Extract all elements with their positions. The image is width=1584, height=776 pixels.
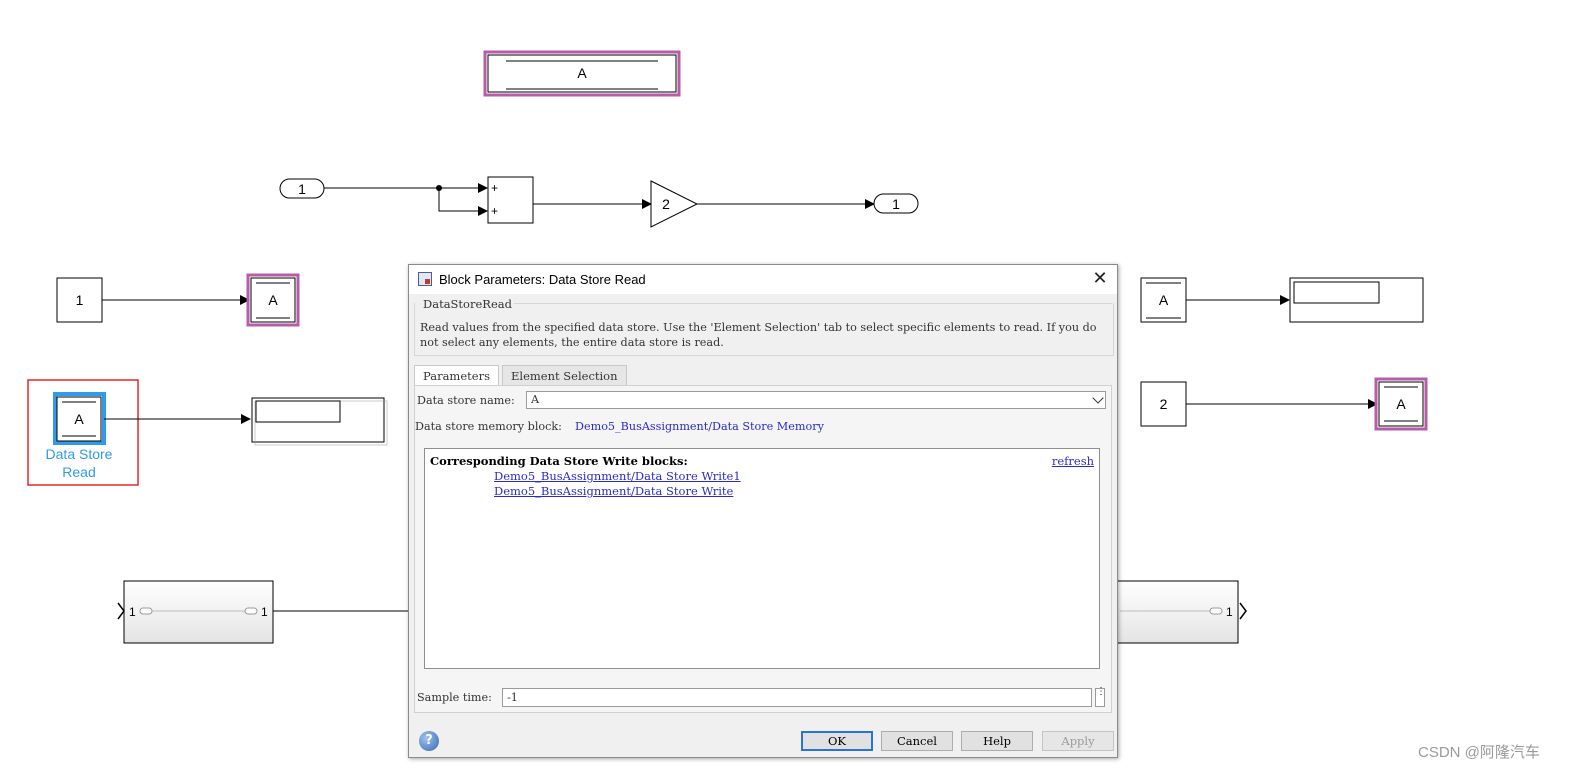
constant-value: 1 — [76, 292, 84, 308]
gain-value: 2 — [662, 196, 670, 212]
data-store-write-block[interactable]: A — [246, 273, 300, 327]
constant-block[interactable]: 1 — [56, 277, 103, 323]
block-description: Read values from the specified data stor… — [420, 321, 1097, 349]
constant-value: 2 — [1160, 396, 1168, 412]
data-store-write-block[interactable]: A — [1374, 377, 1428, 431]
subsystem-port-out: 1 — [261, 605, 268, 619]
data-store-name-value: A — [531, 393, 540, 406]
outport-number: 1 — [892, 196, 900, 212]
refresh-link[interactable]: refresh — [1052, 454, 1094, 468]
block-caption: Data Store — [46, 446, 113, 462]
display-block[interactable] — [1289, 277, 1424, 323]
gain-block[interactable]: 2 — [650, 180, 699, 228]
ok-button[interactable]: OK — [801, 731, 873, 751]
signal-line — [438, 188, 488, 216]
data-store-memory-block-label: Data store memory block: — [415, 420, 562, 433]
write-blocks-header: Corresponding Data Store Write blocks: — [430, 454, 688, 468]
dialog-titlebar[interactable]: Block Parameters: Data Store Read ✕ — [409, 265, 1117, 294]
write-block-link[interactable]: Demo5_BusAssignment/Data Store Write1 — [494, 469, 741, 483]
block-parameters-icon — [418, 272, 432, 286]
sum-sign: + — [491, 181, 498, 195]
sum-sign: + — [491, 204, 498, 218]
data-store-memory-label: A — [577, 65, 587, 81]
data-store-read-label: A — [74, 411, 84, 427]
outport-block[interactable]: 1 — [873, 193, 919, 214]
watermark: CSDN @阿隆汽车 — [1418, 744, 1540, 761]
sample-time-input[interactable]: -1 — [502, 688, 1092, 707]
data-store-write-label: A — [1396, 396, 1406, 412]
apply-button[interactable]: Apply — [1042, 731, 1114, 751]
block-parameters-dialog[interactable]: Block Parameters: Data Store Read ✕ Data… — [408, 264, 1118, 758]
write-blocks-panel: Corresponding Data Store Write blocks: r… — [424, 448, 1100, 669]
close-icon[interactable]: ✕ — [1089, 268, 1111, 290]
subsystem-port-out: 1 — [1226, 605, 1233, 619]
data-store-read-label: A — [1159, 292, 1169, 308]
subsystem-block[interactable]: 1 1 — [117, 580, 274, 644]
tab-parameters[interactable]: Parameters — [414, 365, 499, 386]
sum-block[interactable]: + + — [487, 176, 534, 224]
subsystem-port-in: 1 — [129, 605, 136, 619]
inport-block[interactable]: 1 — [279, 178, 325, 199]
dialog-title: Block Parameters: Data Store Read — [439, 272, 646, 287]
help-icon[interactable]: ? — [419, 731, 439, 751]
data-store-memory-link[interactable]: Demo5_BusAssignment/Data Store Memory — [575, 420, 824, 433]
cancel-button[interactable]: Cancel — [881, 731, 953, 751]
write-block-link[interactable]: Demo5_BusAssignment/Data Store Write — [494, 484, 733, 498]
more-options-icon[interactable]: ⋮ — [1095, 687, 1106, 707]
block-caption: Read — [62, 464, 95, 480]
subsystem-block[interactable]: 1 — [1099, 580, 1247, 644]
data-store-read-block-selected[interactable]: A — [53, 392, 106, 445]
data-store-memory-block[interactable]: A — [483, 50, 681, 97]
sample-time-label: Sample time: — [417, 691, 492, 704]
help-button[interactable]: Help — [961, 731, 1033, 751]
data-store-write-label: A — [268, 292, 278, 308]
constant-block[interactable]: 2 — [1140, 381, 1187, 427]
group-divider — [513, 303, 1112, 304]
data-store-name-label: Data store name: — [417, 394, 515, 407]
chevron-down-icon — [1092, 392, 1104, 404]
data-store-read-block[interactable]: A — [1140, 277, 1187, 323]
display-block[interactable] — [251, 397, 388, 446]
group-label: DataStoreRead — [421, 297, 514, 311]
tab-element-selection[interactable]: Element Selection — [502, 365, 627, 385]
data-store-name-dropdown[interactable]: A — [526, 391, 1106, 409]
inport-number: 1 — [298, 181, 306, 197]
